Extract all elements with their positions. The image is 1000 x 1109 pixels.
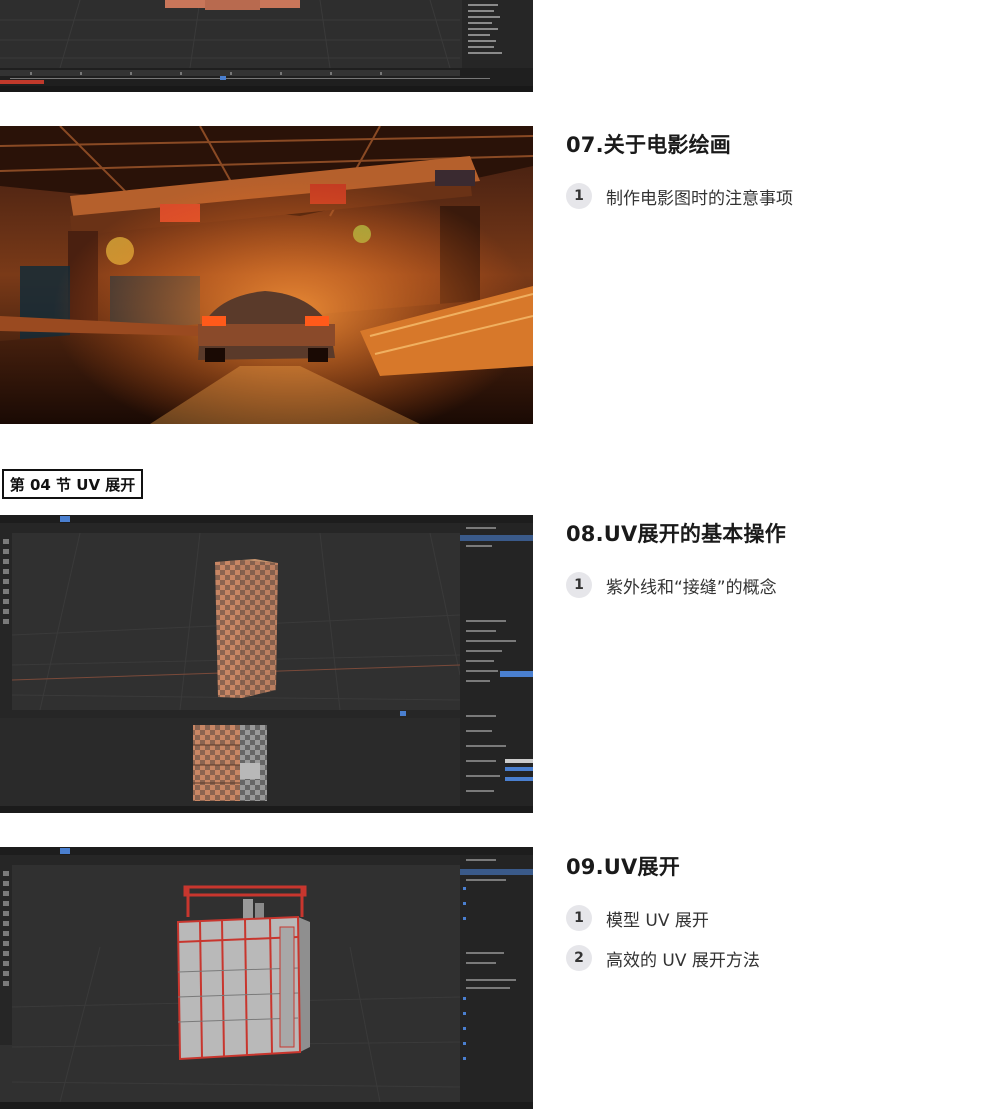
list-item: 2 高效的 UV 展开方法 <box>566 945 986 971</box>
blender-mesh-viewport <box>0 847 533 1109</box>
blender-uv-editor <box>0 515 533 813</box>
blender-uv-screenshot <box>0 515 533 813</box>
item-text: 制作电影图时的注意事项 <box>606 188 793 209</box>
item-number-badge: 1 <box>566 905 592 931</box>
item-text: 紫外线和“接缝”的概念 <box>606 577 777 598</box>
lesson-title: 09.UV展开 <box>566 855 680 879</box>
item-text: 模型 UV 展开 <box>606 910 709 931</box>
lesson-08: 08.UV展开的基本操作 1 紫外线和“接缝”的概念 <box>566 518 986 612</box>
item-number-badge: 2 <box>566 945 592 971</box>
list-item: 1 模型 UV 展开 <box>566 905 986 931</box>
cyberpunk-street-scene <box>0 126 533 424</box>
lesson-title: 07.关于电影绘画 <box>566 133 732 157</box>
item-number-badge: 1 <box>566 183 592 209</box>
section-label: 第 04 节 UV 展开 <box>2 469 143 499</box>
cyberpunk-render-image <box>0 126 533 424</box>
lesson-09: 09.UV展开 1 模型 UV 展开 2 高效的 UV 展开方法 <box>566 851 986 985</box>
lesson-07: 07.关于电影绘画 1 制作电影图时的注意事项 <box>566 129 986 223</box>
item-number-badge: 1 <box>566 572 592 598</box>
blender-screenshot-top <box>0 0 533 92</box>
item-text: 高效的 UV 展开方法 <box>606 950 760 971</box>
lesson-title: 08.UV展开的基本操作 <box>566 522 786 546</box>
list-item: 1 制作电影图时的注意事项 <box>566 183 986 209</box>
blender-viewport-partial <box>0 0 533 92</box>
list-item: 1 紫外线和“接缝”的概念 <box>566 572 986 598</box>
blender-mesh-screenshot <box>0 847 533 1109</box>
